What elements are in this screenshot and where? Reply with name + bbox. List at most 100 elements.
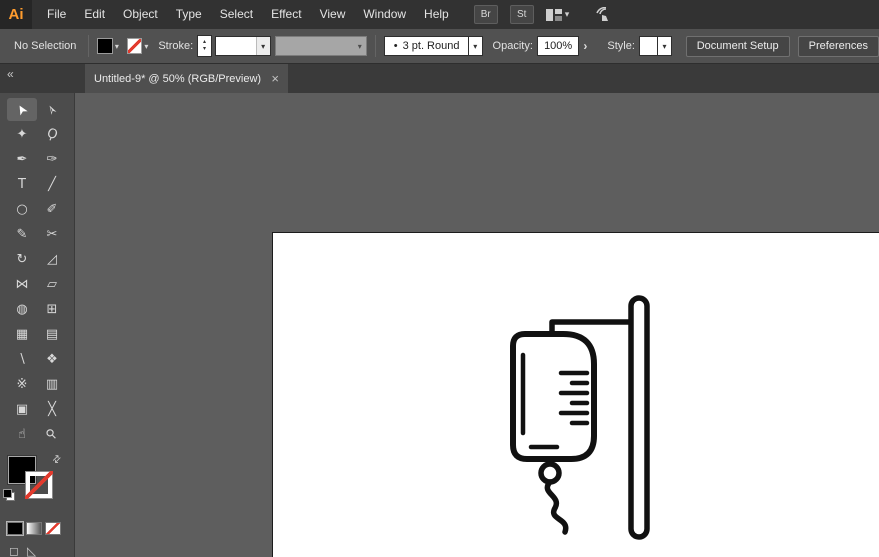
scale-tool[interactable]: ◿ [37,248,67,271]
stepper-up-icon[interactable]: ▴ [203,39,206,46]
pen-tool-icon: ✒ [17,152,28,167]
pen-tool[interactable]: ✒ [7,148,37,171]
default-black-swatch [3,489,12,498]
default-fill-stroke-icon[interactable] [3,489,15,501]
symbol-sprayer-tool-icon: ※ [17,377,28,392]
paintbrush-tool[interactable]: ✐ [37,198,67,221]
gradient-mode-button[interactable] [26,522,42,535]
fill-color-swatch[interactable] [97,38,112,54]
zoom-tool[interactable]: ⚲ [37,423,67,446]
menu-help[interactable]: Help [415,0,458,29]
menu-effect[interactable]: Effect [262,0,310,29]
width-tool-icon: ⋈ [16,277,29,292]
blend-tool[interactable]: ❖ [37,348,67,371]
hand-tool-icon: ☝ [18,427,26,442]
direct-selection-tool[interactable]: ➢ [37,98,67,121]
curvature-tool[interactable]: ✑ [37,148,67,171]
stock-button[interactable]: St [510,5,534,24]
stroke-weight-stepper[interactable]: ▴ ▾ [197,35,212,57]
hand-tool[interactable]: ☝ [7,423,37,446]
mesh-tool[interactable]: ▦ [7,323,37,346]
opacity-input[interactable]: 100% [537,36,579,56]
rotate-tool[interactable]: ↻ [7,248,37,271]
opacity-label[interactable]: Opacity: [493,40,533,52]
fill-chevron-down-icon[interactable]: ▾ [115,42,119,51]
blend-tool-icon: ❖ [46,352,58,367]
iv-pole-shape [631,298,647,537]
rotate-tool-icon: ↻ [17,252,28,267]
column-graph-tool[interactable]: ▥ [37,373,67,396]
gradient-tool[interactable]: ▤ [37,323,67,346]
perspective-grid-tool[interactable]: ⊞ [37,298,67,321]
menu-window[interactable]: Window [354,0,415,29]
free-transform-tool[interactable]: ▱ [37,273,67,296]
zoom-tool-icon: ⚲ [43,426,60,443]
color-mode-button[interactable] [7,522,23,535]
perspective-grid-tool-icon: ⊞ [47,302,58,317]
brush-definition-select[interactable]: • 3 pt. Round [384,36,469,56]
selection-tool[interactable]: ➤ [7,98,37,121]
stroke-weight-select[interactable]: ▾ [215,36,271,56]
stroke-chevron-down-icon[interactable]: ▾ [144,42,148,51]
draw-behind-icon[interactable]: ◺ [27,544,36,557]
draw-normal-icon[interactable]: ◻ [9,544,19,557]
document-setup-button[interactable]: Document Setup [686,36,790,57]
separator [375,35,376,57]
document-tab[interactable]: Untitled-9* @ 50% (RGB/Preview) × [85,64,288,93]
ellipse-tool[interactable]: ○ [7,198,37,221]
tab-close-icon[interactable]: × [271,72,279,85]
app-logo: Ai [0,0,32,29]
collapse-panel-icon[interactable]: « [7,67,14,81]
preferences-button[interactable]: Preferences [798,36,879,57]
chevron-down-icon[interactable]: ▾ [353,37,366,55]
stepper-down-icon[interactable]: ▾ [203,46,206,53]
scissors-tool-icon: ✂ [47,227,58,242]
magic-wand-tool[interactable]: ✦ [7,123,37,146]
pencil-tool[interactable]: ✎ [7,223,37,246]
menu-object[interactable]: Object [114,0,167,29]
stroke-label[interactable]: Stroke: [158,40,193,52]
brush-chevron-down-icon[interactable]: ▾ [469,36,483,56]
opacity-expand-icon[interactable]: › [583,39,587,53]
share-button[interactable] [593,7,613,22]
artboard-tool[interactable]: ▣ [7,398,37,421]
canvas [76,93,879,557]
menu-edit[interactable]: Edit [75,0,114,29]
type-tool[interactable]: T [7,173,37,196]
workspace-switcher[interactable]: ▾ [546,9,570,21]
column-graph-tool-icon: ▥ [46,377,58,392]
scissors-tool[interactable]: ✂ [37,223,67,246]
free-transform-tool-icon: ▱ [47,277,57,292]
bridge-button[interactable]: Br [474,5,498,24]
style-chevron-down-icon[interactable]: ▾ [658,36,672,56]
none-mode-button[interactable] [45,522,61,535]
stroke-swatch[interactable] [26,472,52,498]
line-segment-tool[interactable]: ╱ [37,173,67,196]
iv-measure-ticks [561,373,587,423]
symbol-sprayer-tool[interactable]: ※ [7,373,37,396]
menu-view[interactable]: View [311,0,355,29]
menu-select[interactable]: Select [211,0,262,29]
lasso-tool[interactable]: Ϙ [37,123,67,146]
shape-builder-tool[interactable]: ◍ [7,298,37,321]
illustrator-window: Ai FileEditObjectTypeSelectEffectViewWin… [0,0,879,557]
style-swatch[interactable] [639,36,658,56]
swap-fill-stroke-icon[interactable]: ⇄ [50,453,64,467]
menu-file[interactable]: File [38,0,75,29]
chevron-down-icon[interactable]: ▾ [256,37,270,55]
eyedropper-tool[interactable]: ∖ [7,348,37,371]
width-tool[interactable]: ⋈ [7,273,37,296]
menu-type[interactable]: Type [167,0,211,29]
variable-width-profile-select[interactable]: ▾ [275,36,368,56]
curvature-tool-icon: ✑ [47,152,58,167]
pencil-tool-icon: ✎ [17,227,28,242]
color-mode-buttons [7,522,74,535]
brush-bullet-icon: • [394,40,398,52]
control-bar: No Selection ▾ ▾ Stroke: ▴ ▾ ▾ ▾ • 3 pt.… [0,29,879,64]
chevron-down-icon: ▾ [565,9,570,20]
shape-builder-tool-icon: ◍ [16,302,27,317]
stroke-color-swatch[interactable] [127,38,142,54]
slice-tool[interactable]: ╳ [37,398,67,421]
artboard [272,232,879,557]
slice-tool-icon: ╳ [48,402,56,417]
